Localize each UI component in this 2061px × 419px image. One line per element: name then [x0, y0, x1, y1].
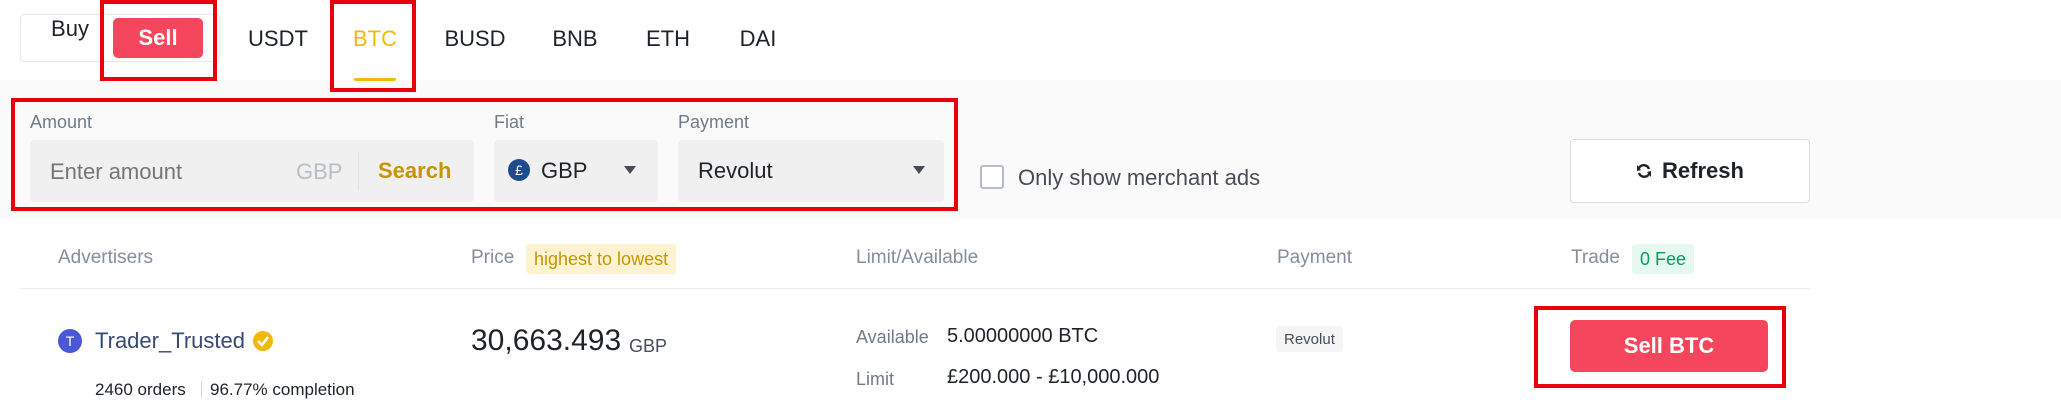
payment-method-tag: Revolut: [1276, 326, 1343, 352]
price-currency: GBP: [629, 336, 668, 356]
available-value: 5.00000000 BTC: [947, 325, 1099, 347]
limit-value: £200.000 - £10,000.000: [947, 366, 1160, 388]
highlight-box-sell: [100, 0, 217, 81]
header-divider: [20, 288, 1810, 289]
highlight-box-sell-btc: [1534, 306, 1786, 388]
buy-toggle[interactable]: Buy: [30, 12, 110, 46]
zero-fee-badge: 0 Fee: [1632, 244, 1695, 274]
merchant-only-checkbox[interactable]: [980, 165, 1004, 189]
tab-bnb[interactable]: BNB: [547, 14, 603, 64]
tab-busd[interactable]: BUSD: [442, 14, 508, 64]
col-limit-available: Limit/Available: [856, 247, 979, 268]
refresh-icon: [1637, 164, 1652, 178]
price-value: 30,663.493: [471, 324, 622, 357]
price-sort-toggle[interactable]: highest to lowest: [526, 244, 677, 274]
advertiser-name[interactable]: Trader_Trusted: [95, 328, 245, 354]
tab-eth[interactable]: ETH: [642, 14, 694, 64]
completion-rate: 96.77% completion: [210, 380, 355, 399]
col-payment: Payment: [1277, 247, 1352, 268]
col-advertisers: Advertisers: [58, 247, 154, 268]
refresh-label: Refresh: [1662, 158, 1744, 183]
tab-dai[interactable]: DAI: [733, 14, 783, 64]
highlight-box-btc: [330, 0, 416, 92]
available-label: Available: [856, 327, 929, 347]
highlight-box-filters: [11, 98, 958, 211]
limit-label: Limit: [856, 369, 895, 389]
avatar: T: [58, 329, 82, 353]
refresh-button[interactable]: Refresh: [1570, 139, 1810, 203]
merchant-only-label: Only show merchant ads: [1018, 165, 1261, 190]
verified-badge-icon: [253, 331, 273, 351]
col-price: Price: [471, 247, 515, 268]
tab-usdt[interactable]: USDT: [245, 14, 311, 64]
stats-divider: [201, 382, 202, 398]
order-count: 2460 orders: [95, 380, 186, 399]
col-trade: Trade: [1571, 247, 1620, 268]
